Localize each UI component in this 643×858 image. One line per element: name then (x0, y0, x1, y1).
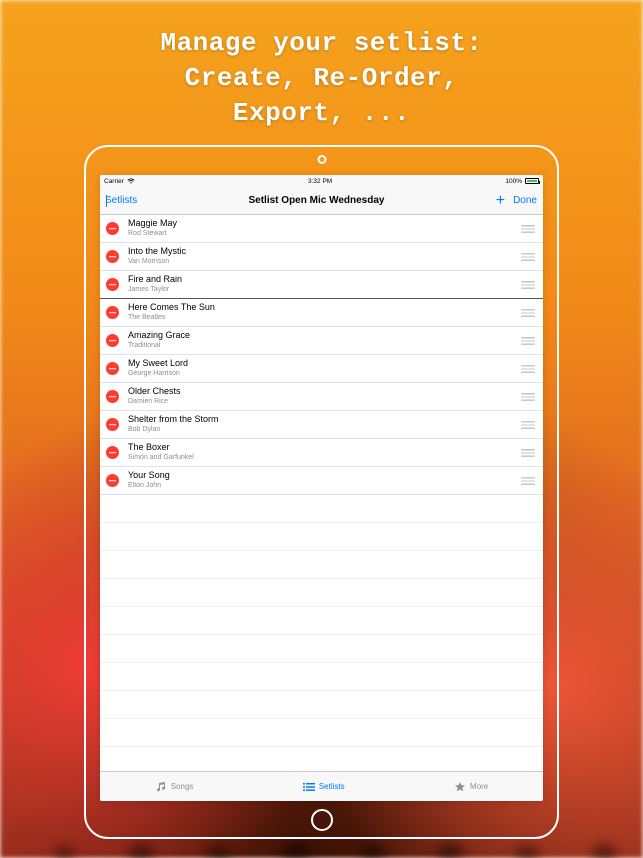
tab-songs[interactable]: Songs (155, 782, 194, 792)
delete-button[interactable] (106, 418, 119, 431)
music-note-icon (155, 782, 167, 792)
delete-button[interactable] (106, 446, 119, 459)
nav-bar: Setlists Setlist Open Mic Wednesday + Do… (100, 187, 543, 215)
reorder-handle[interactable] (521, 421, 535, 429)
song-row-text: Here Comes The SunThe Beatles (128, 303, 521, 322)
song-artist: The Beatles (128, 314, 521, 322)
delete-button[interactable] (106, 334, 119, 347)
delete-button[interactable] (106, 250, 119, 263)
reorder-handle[interactable] (521, 253, 535, 261)
delete-button[interactable] (106, 306, 119, 319)
reorder-handle[interactable] (521, 225, 535, 233)
tab-setlists[interactable]: Setlists (303, 782, 345, 792)
song-title: Fire and Rain (128, 275, 521, 285)
tab-songs-label: Songs (171, 782, 194, 791)
song-title: Maggie May (128, 219, 521, 229)
song-title: The Boxer (128, 443, 521, 453)
delete-button[interactable] (106, 390, 119, 403)
song-row[interactable]: Here Comes The SunThe Beatles (100, 299, 543, 327)
delete-button[interactable] (106, 278, 119, 291)
song-row-text: Fire and RainJames Taylor (128, 275, 521, 294)
song-title: My Sweet Lord (128, 359, 521, 369)
carrier-label: Carrier (104, 178, 124, 185)
reorder-handle[interactable] (521, 309, 535, 317)
status-time: 3:32 PM (308, 178, 332, 185)
song-artist: Simon and Garfunkel (128, 454, 521, 462)
reorder-handle[interactable] (521, 365, 535, 373)
song-row-text: Amazing GraceTraditional (128, 331, 521, 350)
nav-title: Setlist Open Mic Wednesday (249, 195, 385, 206)
song-row[interactable]: Maggie MayRod Stewart (100, 215, 543, 243)
song-row[interactable]: Fire and RainJames Taylor (100, 271, 543, 299)
wifi-icon (127, 178, 135, 184)
song-title: Into the Mystic (128, 247, 521, 257)
song-row[interactable]: Shelter from the StormBob Dylan (100, 411, 543, 439)
song-title: Older Chests (128, 387, 521, 397)
song-title: Shelter from the Storm (128, 415, 521, 425)
battery-icon (525, 178, 539, 184)
list-icon (303, 782, 315, 792)
tab-more[interactable]: More (454, 782, 488, 792)
song-artist: George Harrison (128, 370, 521, 378)
tab-bar: Songs Setlists More (100, 771, 543, 801)
back-button[interactable]: Setlists (106, 195, 137, 206)
song-list[interactable]: Maggie MayRod Stewart Into the MysticVan … (100, 215, 543, 771)
song-row[interactable]: My Sweet LordGeorge Harrison (100, 355, 543, 383)
song-row[interactable]: Your SongElton John (100, 467, 543, 495)
song-row-text: My Sweet LordGeorge Harrison (128, 359, 521, 378)
song-artist: James Taylor (128, 286, 521, 294)
star-icon (454, 782, 466, 792)
song-row-text: Maggie MayRod Stewart (128, 219, 521, 238)
song-row[interactable]: Amazing GraceTraditional (100, 327, 543, 355)
song-artist: Rod Stewart (128, 230, 521, 238)
ipad-camera (317, 155, 326, 164)
tab-setlists-label: Setlists (319, 782, 345, 791)
reorder-handle[interactable] (521, 337, 535, 345)
delete-button[interactable] (106, 222, 119, 235)
song-title: Amazing Grace (128, 331, 521, 341)
ipad-home-button[interactable] (311, 809, 333, 831)
back-label: Setlists (105, 195, 137, 206)
song-artist: Van Morrison (128, 258, 521, 266)
song-row-text: Older ChestsDamien Rice (128, 387, 521, 406)
song-row-text: Your SongElton John (128, 471, 521, 490)
song-row-text: Into the MysticVan Morrison (128, 247, 521, 266)
song-artist: Damien Rice (128, 398, 521, 406)
song-row[interactable]: Older ChestsDamien Rice (100, 383, 543, 411)
add-button[interactable]: + (496, 193, 505, 209)
song-artist: Traditional (128, 342, 521, 350)
song-artist: Bob Dylan (128, 426, 521, 434)
reorder-handle[interactable] (521, 477, 535, 485)
status-bar: Carrier 3:32 PM 100% (100, 175, 543, 187)
song-row-text: The BoxerSimon and Garfunkel (128, 443, 521, 462)
ipad-frame: Carrier 3:32 PM 100% Setlists Setlist Op… (84, 145, 559, 839)
song-title: Your Song (128, 471, 521, 481)
song-row[interactable]: The BoxerSimon and Garfunkel (100, 439, 543, 467)
ipad-screen: Carrier 3:32 PM 100% Setlists Setlist Op… (100, 175, 543, 801)
delete-button[interactable] (106, 362, 119, 375)
tab-more-label: More (470, 782, 488, 791)
reorder-handle[interactable] (521, 393, 535, 401)
promo-headline: Manage your setlist: Create, Re-Order, E… (0, 26, 643, 131)
song-row-text: Shelter from the StormBob Dylan (128, 415, 521, 434)
done-button[interactable]: Done (513, 195, 537, 206)
song-title: Here Comes The Sun (128, 303, 521, 313)
battery-percent: 100% (505, 178, 522, 185)
song-artist: Elton John (128, 482, 521, 490)
reorder-handle[interactable] (521, 449, 535, 457)
song-row[interactable]: Into the MysticVan Morrison (100, 243, 543, 271)
delete-button[interactable] (106, 474, 119, 487)
reorder-handle[interactable] (521, 281, 535, 289)
